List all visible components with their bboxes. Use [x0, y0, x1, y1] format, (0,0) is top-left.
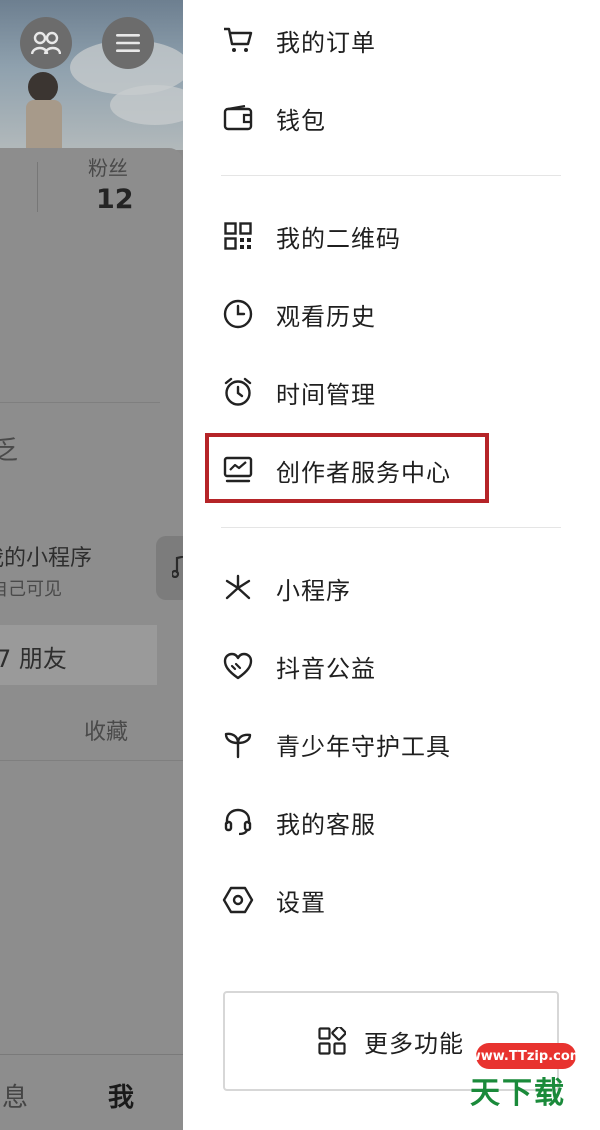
menu-item-orders[interactable]: 我的订单	[221, 10, 376, 70]
mini-program-entry-title[interactable]: 我的小程序	[0, 540, 92, 572]
profile-banner-image	[0, 0, 183, 150]
menu-item-settings-label: 设置	[276, 888, 326, 917]
menu-item-watch-history-label: 观看历史	[276, 302, 376, 331]
sprout-icon	[221, 727, 255, 761]
followers-label: 粉丝	[88, 156, 128, 180]
menu-item-qr-code[interactable]: 我的二维码	[221, 206, 401, 266]
qr-code-icon	[221, 219, 255, 253]
friends-row[interactable]: 7 朋友	[0, 625, 157, 685]
menu-item-wallet-label: 钱包	[276, 106, 326, 135]
menu-item-customer-service[interactable]: 我的客服	[221, 792, 376, 852]
headset-icon	[221, 805, 255, 839]
menu-item-wallet[interactable]: 钱包	[221, 88, 326, 148]
mini-program-icon	[221, 571, 255, 605]
menu-item-mini-programs[interactable]: 小程序	[221, 558, 351, 618]
menu-item-qr-code-label: 我的二维码	[276, 224, 401, 253]
followers-count[interactable]: 12	[96, 184, 134, 215]
friends-icon	[31, 31, 61, 55]
mini-program-entry-subtitle: 自己可见	[0, 579, 62, 600]
friends-button[interactable]	[20, 17, 72, 69]
menu-item-teen-protection[interactable]: 青少年守护工具	[221, 714, 451, 774]
tab-collect[interactable]: 收藏	[84, 714, 128, 746]
more-features-label: 更多功能	[364, 1029, 464, 1058]
music-chip[interactable]	[156, 536, 183, 600]
watermark-text: 天下载	[470, 1076, 566, 1111]
hamburger-icon	[116, 34, 140, 52]
menu-item-charity-label: 抖音公益	[276, 654, 376, 683]
alarm-icon	[221, 375, 255, 409]
settings-hexagon-icon	[221, 883, 255, 917]
menu-item-orders-label: 我的订单	[276, 28, 376, 57]
menu-item-customer-service-label: 我的客服	[276, 810, 376, 839]
side-drawer: 我的订单 钱包 我的二维码 观看历史 时间管理 创作者服务中心 小程序 抖音公益…	[183, 0, 600, 1130]
menu-item-watch-history[interactable]: 观看历史	[221, 284, 376, 344]
friends-row-label: 7 朋友	[0, 645, 67, 673]
music-note-icon	[172, 556, 183, 578]
wallet-icon	[221, 101, 255, 135]
watermark-url: www.TTzip.com	[469, 1043, 583, 1069]
charity-heart-icon	[221, 649, 255, 683]
partial-text: 乏	[0, 436, 19, 466]
menu-item-mini-programs-label: 小程序	[276, 576, 351, 605]
menu-item-teen-protection-label: 青少年守护工具	[276, 732, 451, 761]
tab-divider	[0, 760, 183, 761]
menu-item-time-management-label: 时间管理	[276, 380, 376, 409]
section-divider	[0, 402, 160, 403]
cart-icon	[221, 23, 255, 57]
menu-divider-2	[221, 527, 561, 528]
profile-page-dimmed[interactable]: 粉丝 12 乏 我的小程序 自己可见 7 朋友 收藏 息 我	[0, 0, 183, 1130]
menu-item-charity[interactable]: 抖音公益	[221, 636, 376, 696]
clock-icon	[221, 297, 255, 331]
banner-character	[28, 72, 58, 102]
bottom-nav-border	[0, 1054, 183, 1055]
menu-button[interactable]	[102, 17, 154, 69]
grid-icon	[318, 1027, 346, 1055]
menu-item-settings[interactable]: 设置	[221, 870, 326, 930]
menu-divider-1	[221, 175, 561, 176]
stat-divider	[37, 162, 38, 212]
menu-item-time-management[interactable]: 时间管理	[221, 362, 376, 422]
nav-messages[interactable]: 息	[2, 1077, 28, 1114]
highlight-box	[205, 433, 489, 503]
nav-me[interactable]: 我	[108, 1077, 134, 1114]
